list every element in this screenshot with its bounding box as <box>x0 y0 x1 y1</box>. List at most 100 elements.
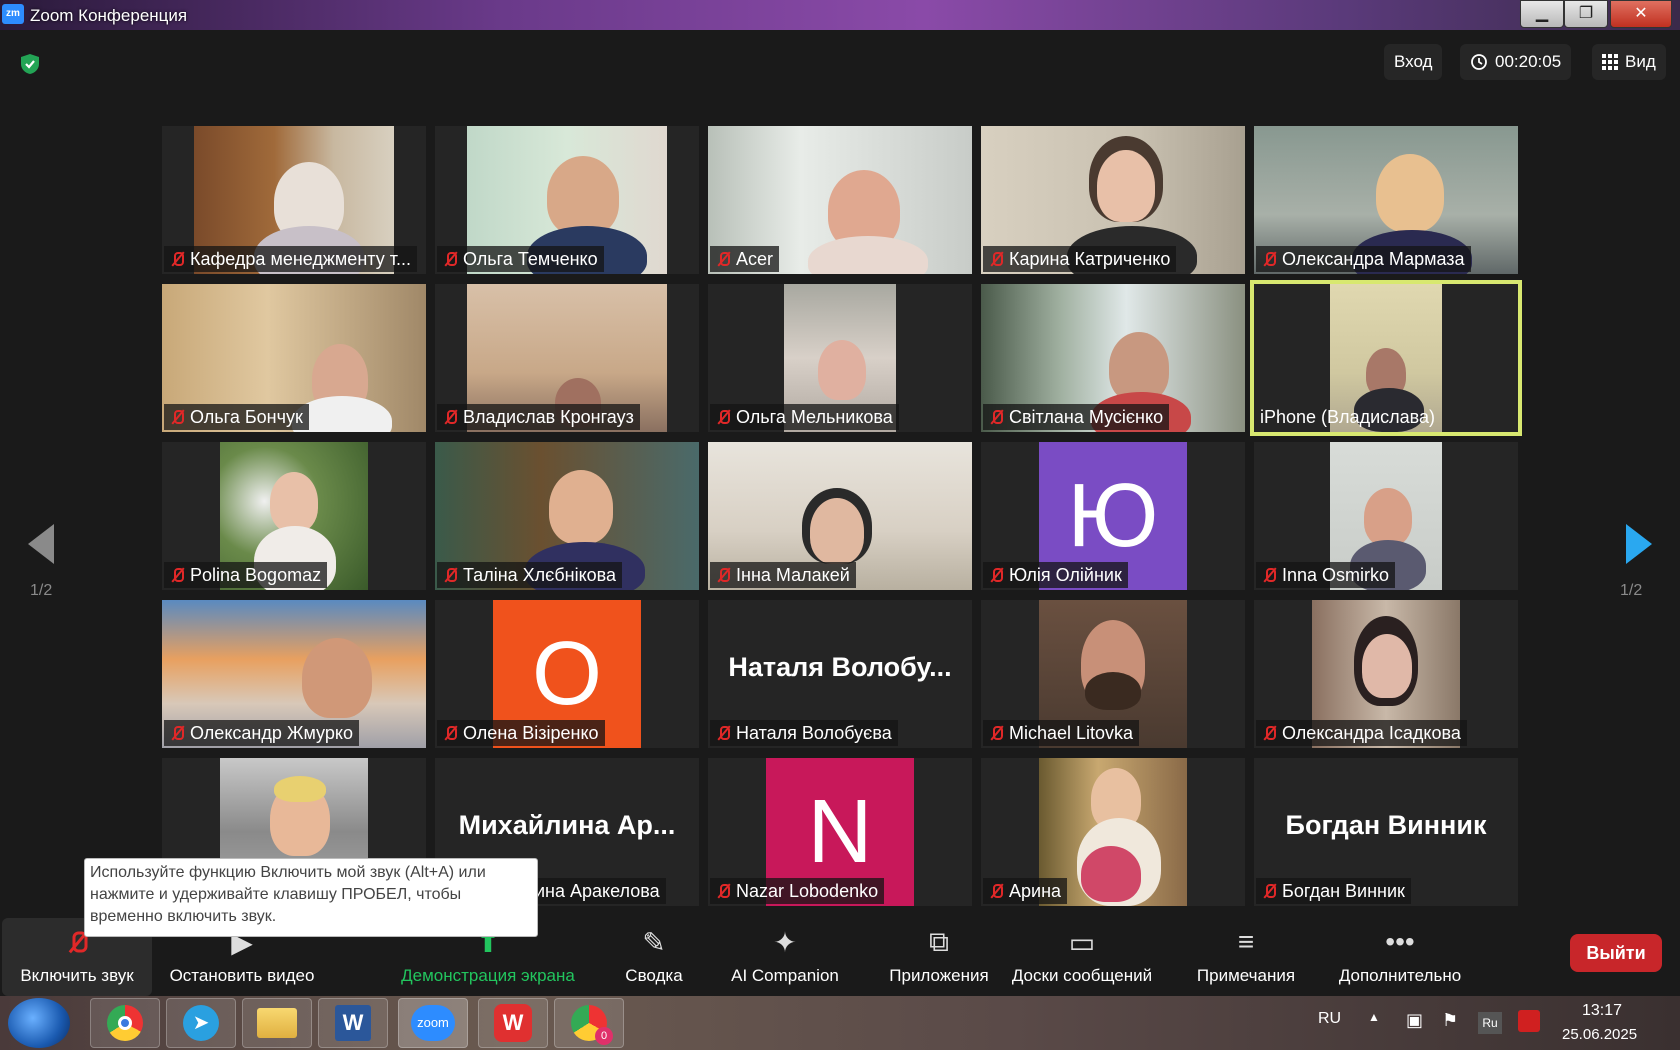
avatar-letter: Ю <box>1067 465 1159 566</box>
participant-tile[interactable]: Polina Bogomaz <box>162 442 426 590</box>
muted-mic-icon <box>1260 882 1278 900</box>
login-label: Вход <box>1394 52 1433 71</box>
muted-mic-icon <box>714 882 732 900</box>
apps-button[interactable]: ⧉ Приложения <box>866 918 1012 1004</box>
minimize-button[interactable]: ▁ <box>1520 0 1564 28</box>
participant-tile[interactable]: N Nazar Lobodenko <box>708 758 972 906</box>
view-label: Вид <box>1625 52 1656 71</box>
notes-label: Примечания <box>1196 966 1296 985</box>
login-button[interactable]: Вход <box>1384 44 1443 80</box>
participant-tile[interactable]: Карина Катриченко <box>981 126 1245 274</box>
network-icon[interactable]: ▣ <box>1406 1010 1423 1031</box>
zoom-app-icon[interactable]: zoom <box>398 998 468 1048</box>
participant-name-label: Nazar Lobodenko <box>710 878 885 904</box>
whiteboards-button[interactable]: ▭ Доски сообщений <box>1000 918 1164 1004</box>
ai-companion-button[interactable]: ✦ AI Companion <box>722 918 848 1004</box>
participant-tile[interactable]: Олександра Ісадкова <box>1254 600 1518 748</box>
meeting-timer[interactable]: 00:20:05 <box>1460 44 1572 80</box>
participant-name: Богдан Винник <box>1282 881 1405 901</box>
participant-name: Владислав Кронгауз <box>463 407 634 427</box>
ai-companion-label: AI Companion <box>731 966 839 985</box>
muted-mic-icon <box>441 566 459 584</box>
close-button[interactable]: ✕ <box>1610 0 1672 28</box>
participant-name: Polina Bogomaz <box>190 565 322 585</box>
windows-start-button[interactable] <box>8 998 70 1048</box>
participant-name-label: iPhone (Владислава) <box>1256 404 1441 430</box>
view-button[interactable]: Вид <box>1592 44 1666 80</box>
muted-mic-icon <box>714 250 732 268</box>
participant-tile-active-speaker[interactable]: iPhone (Владислава) <box>1250 280 1522 436</box>
chrome-profile-app-icon[interactable]: 0 <box>554 998 624 1048</box>
muted-mic-icon <box>441 724 459 742</box>
word-app-icon[interactable]: W <box>318 998 388 1048</box>
participant-tile[interactable]: Michael Litovka <box>981 600 1245 748</box>
participant-tile[interactable]: Ольга Бончук <box>162 284 426 432</box>
leave-button[interactable]: Выйти <box>1570 934 1662 972</box>
notification-badge: 0 <box>595 1027 613 1045</box>
participant-tile[interactable]: Олександра Мармаза <box>1254 126 1518 274</box>
apps-icon: ⧉ <box>929 925 949 957</box>
participant-figure <box>1364 488 1412 546</box>
participant-figure <box>810 498 864 564</box>
prev-page-icon[interactable] <box>26 522 56 566</box>
zoom-app-label: zoom <box>411 1005 455 1041</box>
participant-name-label: Олександра Ісадкова <box>1256 720 1467 746</box>
participant-figure <box>1085 672 1141 710</box>
participant-name: Олександра Мармаза <box>1282 249 1465 269</box>
summary-button[interactable]: ✎ Сводка <box>612 918 696 1004</box>
clock-time[interactable]: 13:17 <box>1582 1002 1622 1020</box>
more-button[interactable]: ••• Дополнительно <box>1328 918 1472 1004</box>
share-screen-label: Демонстрация экрана <box>401 966 575 985</box>
participant-name: Олександр Жмурко <box>190 723 353 743</box>
participant-name-label: Олександра Мармаза <box>1256 246 1471 272</box>
participant-figure <box>818 340 866 400</box>
participant-tile[interactable]: Inna Osmirko <box>1254 442 1518 590</box>
participant-tile[interactable]: Інна Малакей <box>708 442 972 590</box>
participant-tile[interactable]: Богдан Винник Богдан Винник <box>1254 758 1518 906</box>
participant-tile[interactable]: Таліна Хлєбнікова <box>435 442 699 590</box>
participant-name: iPhone (Владислава) <box>1260 407 1435 427</box>
next-page-icon[interactable] <box>1624 522 1654 566</box>
participant-figure <box>302 638 372 718</box>
participant-figure <box>1097 150 1155 222</box>
muted-mic-icon <box>987 882 1005 900</box>
participant-name-label: Таліна Хлєбнікова <box>437 562 623 588</box>
tray-app-icon[interactable] <box>1518 1010 1540 1032</box>
muted-mic-icon <box>987 566 1005 584</box>
participant-figure <box>1081 846 1141 902</box>
telegram-app-icon[interactable]: ➤ <box>166 998 236 1048</box>
participant-tile[interactable]: Олександр Жмурко <box>162 600 426 748</box>
maximize-button[interactable]: ❐ <box>1564 0 1608 28</box>
more-dots-icon: ••• <box>1385 926 1415 957</box>
participant-tile[interactable]: Наталя Волобу... Наталя Волобуєва <box>708 600 972 748</box>
input-language-badge[interactable]: Ru <box>1478 1012 1502 1034</box>
participant-name: Acer <box>736 249 774 269</box>
participant-tile[interactable]: Ю Юлія Олійник <box>981 442 1245 590</box>
window-title: Zoom Конференция <box>30 6 188 25</box>
tray-expand-icon[interactable]: ▲ <box>1368 1010 1380 1024</box>
chrome-app-icon[interactable] <box>90 998 160 1048</box>
participant-tile[interactable]: Владислав Кронгауз <box>435 284 699 432</box>
participant-name-label: Інна Малакей <box>710 562 856 588</box>
muted-mic-icon <box>987 408 1005 426</box>
participant-tile[interactable]: Ольга Мельникова <box>708 284 972 432</box>
participant-tile[interactable]: Acer <box>708 126 972 274</box>
participant-name: ина Аракелова <box>535 881 660 901</box>
action-center-flag-icon[interactable]: ⚑ <box>1442 1010 1458 1031</box>
clock-date[interactable]: 25.06.2025 <box>1562 1026 1637 1043</box>
participant-tile[interactable]: Кафедра менеджменту т... <box>162 126 426 274</box>
participant-tile[interactable]: O Олена Візіренко <box>435 600 699 748</box>
participant-tile[interactable]: Світлана Мусієнко <box>981 284 1245 432</box>
participant-name: Юлія Олійник <box>1009 565 1122 585</box>
language-indicator[interactable]: RU <box>1318 1010 1341 1028</box>
file-explorer-icon[interactable] <box>242 998 312 1048</box>
encryption-shield-icon[interactable] <box>18 52 42 76</box>
grid-icon <box>1602 54 1618 70</box>
participant-tile[interactable]: Ольга Темченко <box>435 126 699 274</box>
participant-figure <box>270 472 318 532</box>
wps-app-icon[interactable]: W <box>478 998 548 1048</box>
notes-button[interactable]: ≡ Примечания <box>1188 918 1304 1004</box>
participant-tile[interactable]: Арина <box>981 758 1245 906</box>
participant-name: Inna Osmirko <box>1282 565 1390 585</box>
participant-name: Ольга Бончук <box>190 407 303 427</box>
